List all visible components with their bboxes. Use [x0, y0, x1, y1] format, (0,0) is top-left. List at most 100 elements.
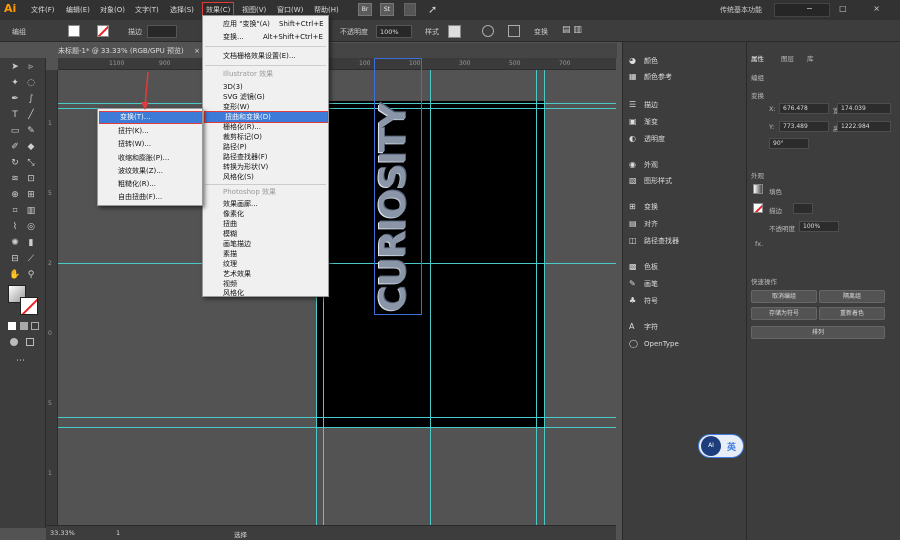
effect-pathfinder-item[interactable]: 路径查找器(F)	[203, 152, 328, 162]
submenu-pucker-bloat-item[interactable]: 收缩和膨胀(P)...	[98, 153, 202, 163]
effect-svg-filters-item[interactable]: SVG 滤镜(G)	[203, 92, 328, 102]
menu-window[interactable]: 窗口(W)	[277, 5, 303, 15]
panel-appearance[interactable]: ◉ 外观	[629, 160, 658, 176]
type-tool-icon[interactable]: T	[8, 110, 22, 121]
panel-transform[interactable]: ⊞ 变换	[629, 202, 658, 218]
ps-distort-item[interactable]: 扭曲	[203, 219, 328, 229]
blend-tool-icon[interactable]: ◎	[24, 222, 38, 233]
selection-tool-icon[interactable]: ➤	[8, 62, 22, 73]
style-swatch[interactable]	[448, 25, 461, 38]
mesh-tool-icon[interactable]: ⌗	[8, 206, 22, 217]
save-as-symbol-button[interactable]: 存储为符号	[751, 307, 817, 320]
none-mode-icon[interactable]	[31, 322, 39, 330]
guide-line[interactable]	[58, 417, 616, 418]
submenu-roughen-item[interactable]: 粗糙化(R)...	[98, 179, 202, 189]
close-tab-icon[interactable]: ×	[194, 47, 200, 55]
gradient-tool-icon[interactable]: ▥	[24, 206, 38, 217]
isolate-group-button[interactable]: 隔离组	[819, 290, 885, 303]
panel-character[interactable]: A 字符	[629, 322, 658, 338]
width-tool-icon[interactable]: ≋	[8, 174, 22, 185]
gradient-mode-icon[interactable]	[20, 322, 28, 330]
ungroup-button[interactable]: 取消编组	[751, 290, 817, 303]
stroke-weight-field[interactable]	[147, 25, 177, 38]
y-field[interactable]: 773.489	[779, 121, 829, 132]
menu-object[interactable]: 对象(O)	[100, 5, 125, 15]
effect-path-item[interactable]: 路径(P)	[203, 142, 328, 152]
panel-color-guide[interactable]: ▦ 颜色参考	[629, 72, 672, 88]
guide-line[interactable]	[536, 70, 537, 525]
panel-swatches[interactable]: ▩ 色板	[629, 262, 658, 278]
lasso-tool-icon[interactable]: ◌	[24, 78, 38, 89]
ps-texture-item[interactable]: 纹理	[203, 259, 328, 269]
last-effect-item[interactable]: 变换... Alt+Shift+Ctrl+E	[203, 32, 328, 42]
recolor-icon[interactable]	[482, 25, 494, 37]
height-field[interactable]: 1222.984	[837, 121, 891, 132]
stock-icon[interactable]: St	[380, 3, 394, 16]
ps-artistic-item[interactable]: 艺术效果	[203, 269, 328, 279]
panel-transparency[interactable]: ◐ 透明度	[629, 134, 665, 150]
x-field[interactable]: 676.478	[779, 103, 829, 114]
document-raster-settings-item[interactable]: 文档栅格效果设置(E)...	[203, 51, 328, 61]
default-colors-icon[interactable]	[8, 322, 16, 330]
slice-tool-icon[interactable]: ⟋	[24, 254, 38, 265]
shape-builder-tool-icon[interactable]: ⊕	[8, 190, 22, 201]
direct-selection-tool-icon[interactable]: ▹	[24, 62, 38, 73]
panel-symbols[interactable]: ♣ 符号	[629, 296, 658, 312]
submenu-free-distort-item[interactable]: 自由扭曲(F)...	[98, 192, 202, 202]
stroke-weight-field[interactable]	[793, 203, 813, 214]
rotate-angle-field[interactable]: 90°	[769, 138, 809, 149]
guide-line[interactable]	[430, 70, 431, 525]
ps-effect-gallery-item[interactable]: 效果画廊...	[203, 199, 328, 209]
submenu-transform-item[interactable]: 变换(T)...	[99, 111, 202, 124]
menu-file[interactable]: 文件(F)	[31, 5, 55, 15]
panel-brushes[interactable]: ✎ 画笔	[629, 279, 658, 295]
tab-libraries[interactable]: 库	[807, 53, 814, 63]
submenu-twist-item[interactable]: 扭转(W)...	[98, 139, 202, 149]
effect-convert-to-shape-item[interactable]: 转换为形状(V)	[203, 162, 328, 172]
ps-pixelate-item[interactable]: 像素化	[203, 209, 328, 219]
document-tab[interactable]: 未标题-1* @ 33.33% (RGB/GPU 预览) ×	[52, 43, 206, 58]
apply-last-effect-item[interactable]: 应用 "变换"(A) Shift+Ctrl+E	[203, 19, 328, 29]
width-field[interactable]: 174.039	[837, 103, 891, 114]
window-controls[interactable]: − □ ×	[806, 4, 892, 13]
curvature-tool-icon[interactable]: ∫	[24, 94, 38, 105]
stroke-swatch[interactable]	[97, 25, 109, 37]
free-transform-tool-icon[interactable]: ⊡	[24, 174, 38, 185]
zoom-tool-icon[interactable]: ⚲	[24, 270, 38, 281]
gpu-rocket-icon[interactable]: ➚	[428, 3, 437, 16]
panel-opentype[interactable]: ◯ OpenType	[629, 339, 679, 355]
bridge-icon[interactable]: Br	[358, 3, 372, 16]
guide-line[interactable]	[58, 427, 616, 428]
rectangle-tool-icon[interactable]: ▭	[8, 126, 22, 137]
transform-label[interactable]: 变换	[534, 27, 548, 37]
eraser-tool-icon[interactable]: ◆	[24, 142, 38, 153]
ps-sketch-item[interactable]: 素描	[203, 249, 328, 259]
line-tool-icon[interactable]: ╱	[24, 110, 38, 121]
menu-type[interactable]: 文字(T)	[135, 5, 159, 15]
stroke-color-icon[interactable]	[20, 297, 38, 315]
pen-tool-icon[interactable]: ✒	[8, 94, 22, 105]
ime-status-widget[interactable]: AI 英	[698, 434, 744, 458]
ps-brush-strokes-item[interactable]: 画笔描边	[203, 239, 328, 249]
eyedropper-tool-icon[interactable]: ⌇	[8, 222, 22, 233]
effect-rasterize-item[interactable]: 栅格化(R)...	[203, 122, 328, 132]
ps-blur-item[interactable]: 模糊	[203, 229, 328, 239]
ime-language-label[interactable]: 英	[727, 440, 736, 453]
fill-swatch[interactable]	[68, 25, 80, 37]
perspective-grid-tool-icon[interactable]: ⊞	[24, 190, 38, 201]
guide-line[interactable]	[544, 70, 545, 525]
panel-stroke[interactable]: ☰ 描边	[629, 100, 658, 116]
effect-3d-item[interactable]: 3D(3)	[203, 82, 328, 92]
ps-stylize-item[interactable]: 风格化	[203, 288, 328, 298]
fill-stroke-widget[interactable]	[8, 285, 38, 315]
more-tools-icon[interactable]: ⋯	[16, 356, 25, 366]
artboard-tool-icon[interactable]: ⊟	[8, 254, 22, 265]
shaper-tool-icon[interactable]: ✐	[8, 142, 22, 153]
magic-wand-tool-icon[interactable]: ✦	[8, 78, 22, 89]
arrange-button[interactable]: 排列	[751, 326, 885, 339]
guide-line[interactable]	[58, 263, 616, 264]
menu-help[interactable]: 帮助(H)	[314, 5, 339, 15]
panel-pathfinder[interactable]: ◫ 路径查找器	[629, 236, 679, 252]
panel-graphic-styles[interactable]: ▧ 图形样式	[629, 176, 672, 192]
panel-color[interactable]: ◕ 颜色	[629, 56, 658, 72]
